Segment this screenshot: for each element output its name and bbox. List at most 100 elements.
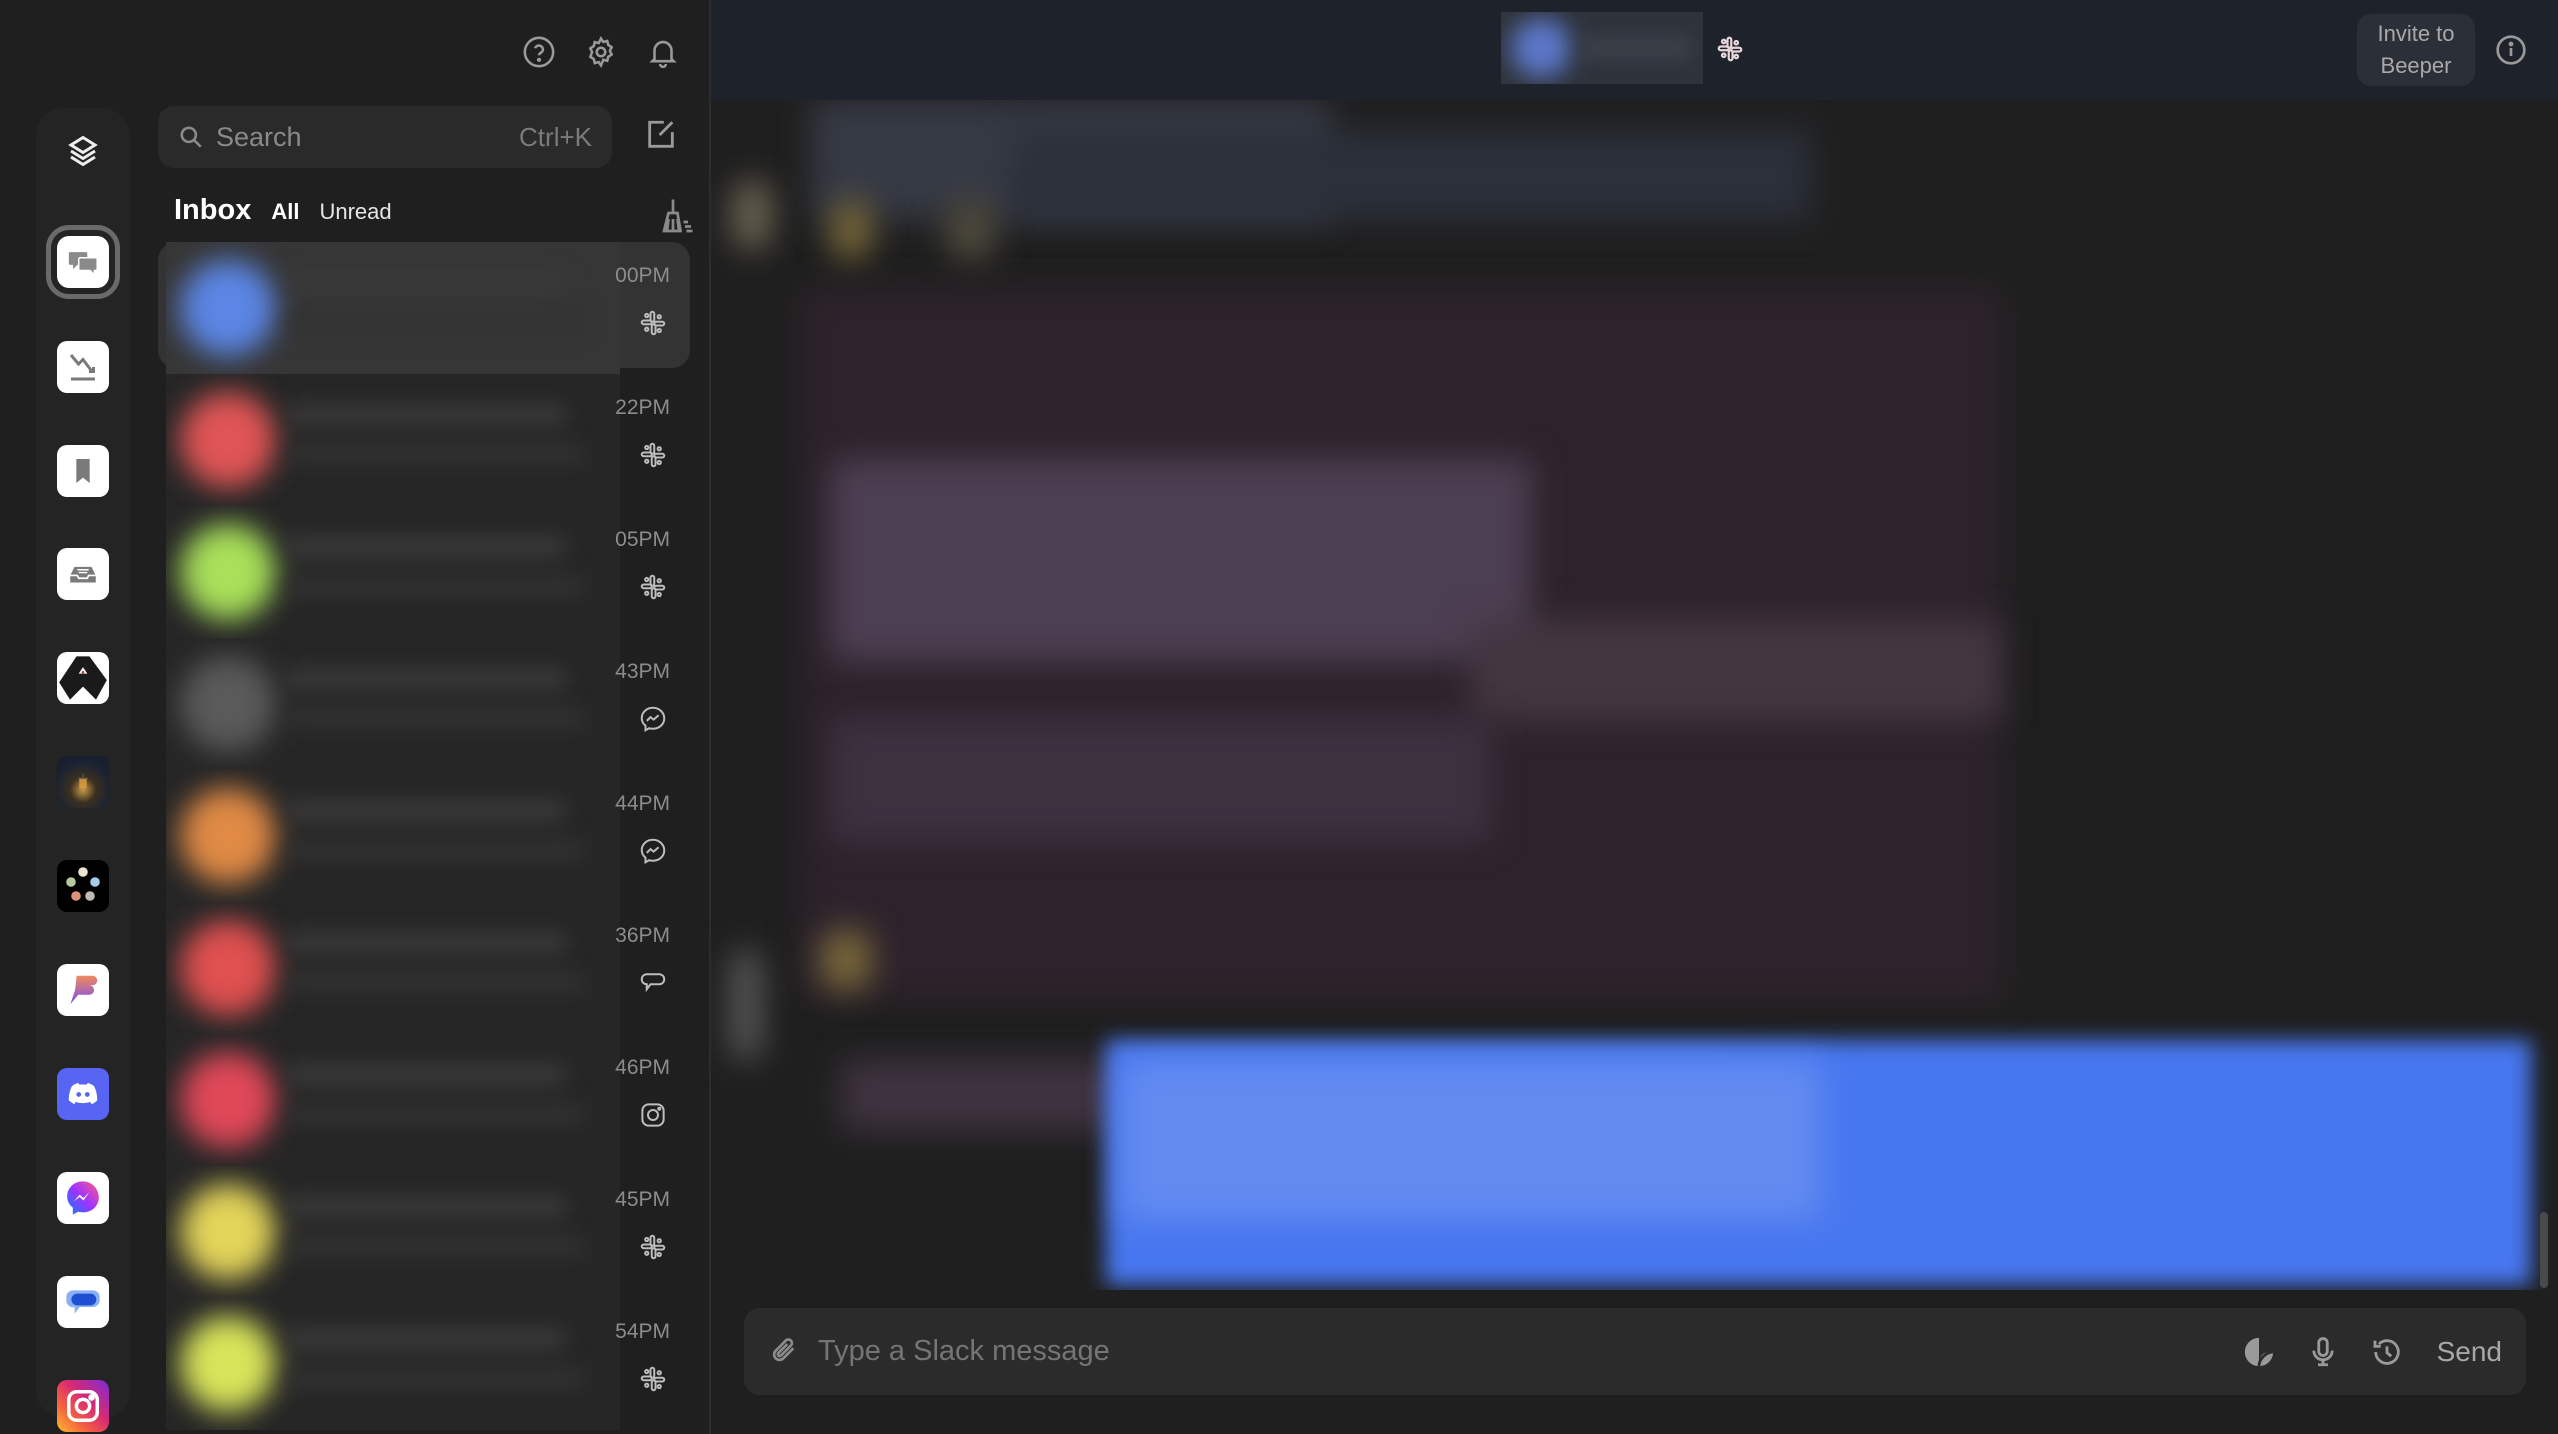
chat-list-item[interactable]: 46PM	[158, 1034, 690, 1166]
reaction-emoji	[733, 180, 771, 250]
chat-network-badge	[638, 968, 668, 998]
chat-timestamp: 05PM	[615, 528, 670, 551]
compose-icon	[648, 120, 674, 148]
search-shortcut: Ctrl+K	[519, 121, 592, 152]
chat-snippet-blurred	[286, 576, 586, 596]
chat-timestamp: 44PM	[615, 792, 670, 815]
header-network-badge	[1715, 34, 1745, 64]
rail-item-instagram[interactable]	[57, 1380, 109, 1432]
chat-preview-blurred	[166, 506, 620, 638]
chat-name-blurred	[286, 932, 566, 954]
chat-name-blurred	[286, 668, 566, 690]
inbox-tray-icon	[70, 566, 96, 583]
chat-list-item[interactable]: 44PM	[158, 770, 690, 902]
chat-name-blurred	[286, 800, 566, 822]
rail-item-mtg-space[interactable]	[57, 860, 109, 912]
google-messages-icon	[640, 973, 666, 993]
attach-button[interactable]	[768, 1335, 802, 1369]
chat-snippet-blurred	[286, 312, 586, 332]
inbox-header: Inbox All Unread	[174, 194, 392, 227]
message-composer: Send	[744, 1308, 2526, 1395]
chat-avatar	[180, 392, 276, 488]
chat-preview-blurred	[166, 902, 620, 1034]
composer-tools: Send	[2241, 1334, 2502, 1370]
chat-avatar	[180, 1052, 276, 1148]
bell-icon	[649, 40, 677, 69]
slack-icon	[640, 574, 666, 600]
rail-item-all-networks[interactable]	[62, 130, 104, 172]
rail-item-discord[interactable]	[57, 1068, 109, 1120]
chat-timestamp: 43PM	[615, 660, 670, 683]
chat-list-item[interactable]: 05PM	[158, 506, 690, 638]
chat-list-item[interactable]: 54PM	[158, 1298, 690, 1430]
chat-avatar	[180, 920, 276, 1016]
search-input[interactable]: Search Ctrl+K	[158, 106, 612, 168]
help-icon	[523, 36, 555, 68]
broom-icon	[662, 199, 693, 233]
rail-item-messenger[interactable]	[57, 1172, 109, 1224]
chat-snippet-blurred	[286, 1104, 586, 1124]
gear-icon	[588, 36, 614, 69]
scheduled-send-button[interactable]	[2369, 1334, 2405, 1370]
android-police-icon	[59, 656, 107, 700]
rail-item-beeper-chats[interactable]	[46, 225, 120, 299]
account-rail	[36, 108, 130, 1432]
rail-item-google-messages[interactable]	[57, 1276, 109, 1328]
lantern-icon	[78, 773, 88, 789]
chat-network-badge	[638, 836, 668, 866]
search-placeholder: Search	[216, 121, 302, 152]
chat-list-item[interactable]: 22PM	[158, 374, 690, 506]
beeper-logo-icon	[70, 975, 98, 1005]
chat-network-badge	[638, 1232, 668, 1262]
messenger-icon	[67, 1181, 99, 1215]
chat-list-item[interactable]: 43PM	[158, 638, 690, 770]
chat-network-badge	[638, 704, 668, 734]
layers-icon	[68, 135, 98, 167]
conversation-title[interactable]	[1501, 12, 1703, 84]
chat-list-item[interactable]: 36PM	[158, 902, 690, 1034]
message-timeline	[711, 100, 2558, 1290]
rail-item-android-police[interactable]	[57, 652, 109, 704]
chat-preview-blurred	[166, 638, 620, 770]
message-text-blurred	[831, 720, 1491, 840]
notifications-button[interactable]	[644, 30, 682, 74]
rail-item-beeper[interactable]	[57, 964, 109, 1016]
chat-timestamp: 00PM	[615, 264, 670, 287]
help-button[interactable]	[520, 30, 558, 74]
tab-unread[interactable]: Unread	[319, 199, 391, 225]
rail-item-archive[interactable]	[57, 548, 109, 600]
chat-network-badge	[638, 572, 668, 602]
chat-network-badge	[638, 308, 668, 338]
chat-timestamp: 22PM	[615, 396, 670, 419]
message-input[interactable]	[818, 1335, 2241, 1368]
chat-network-badge	[638, 1364, 668, 1394]
new-chat-button[interactable]	[644, 118, 680, 154]
message-bubble-incoming	[1011, 130, 1811, 220]
clean-inbox-button[interactable]	[658, 196, 694, 236]
sticker-button[interactable]	[2241, 1334, 2277, 1370]
tab-all[interactable]: All	[271, 199, 299, 225]
settings-button[interactable]	[582, 30, 620, 74]
rail-item-dark-souls-space[interactable]	[57, 756, 109, 808]
inbox-title: Inbox	[174, 194, 252, 226]
chat-info-button[interactable]	[2495, 34, 2527, 66]
conversation-pane: Invite to Beeper Type a Slack message Se…	[711, 0, 2558, 1434]
slack-icon	[640, 1234, 666, 1260]
rail-item-low-priority[interactable]	[57, 341, 109, 393]
chat-avatar	[180, 1316, 276, 1412]
chat-name-blurred	[286, 1196, 566, 1218]
conversation-header: Invite to Beeper	[711, 0, 2558, 100]
chat-timestamp: 36PM	[615, 924, 670, 947]
chat-list-item[interactable]: 00PM	[158, 242, 690, 374]
info-icon	[2496, 35, 2526, 65]
discord-icon	[68, 1082, 98, 1105]
invite-to-beeper-button[interactable]: Invite to Beeper	[2357, 14, 2475, 86]
instagram-icon	[641, 1103, 665, 1127]
rail-item-bookmarks[interactable]	[57, 445, 109, 497]
chat-list-item[interactable]: 45PM	[158, 1166, 690, 1298]
bookmark-icon	[76, 459, 90, 483]
timeline-scrollbar[interactable]	[2540, 1212, 2548, 1288]
voice-message-button[interactable]	[2305, 1334, 2341, 1370]
reaction-emoji	[821, 930, 871, 990]
send-button[interactable]: Send	[2437, 1336, 2502, 1368]
